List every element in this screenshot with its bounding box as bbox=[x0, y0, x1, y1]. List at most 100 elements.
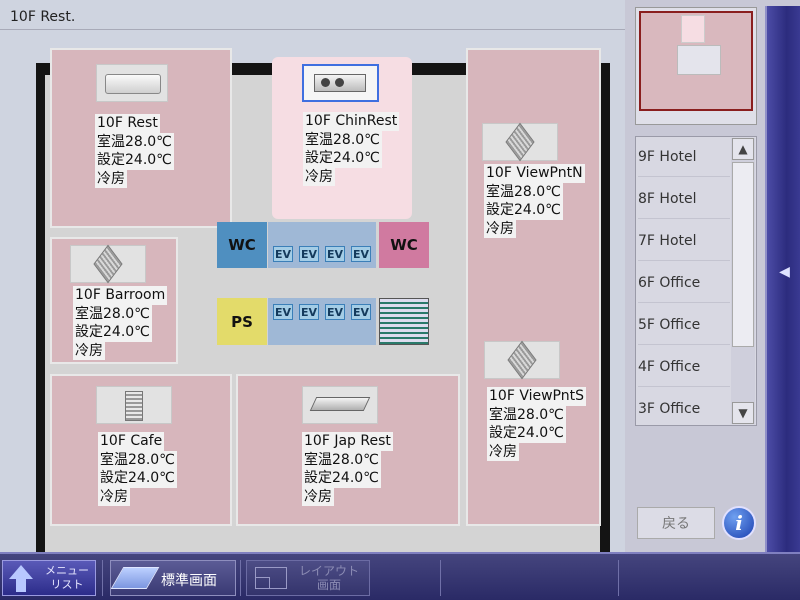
floor-item-7f[interactable]: 7F Hotel bbox=[638, 221, 730, 261]
room-name: 10F ViewPntS bbox=[487, 387, 586, 406]
triangle-left-icon: ◀ bbox=[779, 264, 790, 280]
floor-item-6f[interactable]: 6F Office bbox=[638, 263, 730, 303]
menu-label-line1: メニュー bbox=[45, 564, 89, 577]
floor-list: 9F Hotel 8F Hotel 7F Hotel 6F Office 5F … bbox=[635, 136, 757, 426]
scroll-down-button[interactable]: ▼ bbox=[732, 402, 754, 424]
elevator-1: EV bbox=[273, 246, 293, 262]
wall-unit-icon bbox=[96, 64, 168, 102]
title-bar: 10F Rest. bbox=[0, 0, 625, 30]
room-label: 10F Cafe 室温28.0℃ 設定24.0℃ 冷房 bbox=[98, 432, 177, 506]
cassette-unit-icon bbox=[70, 244, 146, 284]
scroll-thumb[interactable] bbox=[732, 162, 754, 347]
room-10f-rest[interactable]: 10F Rest 室温28.0℃ 設定24.0℃ 冷房 bbox=[50, 48, 232, 228]
standard-screen-icon bbox=[110, 567, 160, 589]
room-label-south: 10F ViewPntS 室温28.0℃ 設定24.0℃ 冷房 bbox=[487, 387, 586, 461]
up-arrow-icon bbox=[9, 565, 33, 593]
layout-label-line2: 画面 bbox=[316, 578, 341, 592]
scroll-up-button[interactable]: ▲ bbox=[732, 138, 754, 160]
room-setpoint: 設定24.0℃ bbox=[487, 424, 566, 443]
elevator-8: EV bbox=[351, 304, 371, 320]
layout-screen-icon bbox=[255, 567, 287, 589]
room-name: 10F Barroom bbox=[73, 286, 168, 305]
floor-item-5f[interactable]: 5F Office bbox=[638, 305, 730, 345]
room-setpoint: 設定24.0℃ bbox=[484, 201, 563, 220]
room-10f-jap-rest[interactable]: 10F Jap Rest 室温28.0℃ 設定24.0℃ 冷房 bbox=[236, 374, 460, 526]
layout-screen-button[interactable]: レイアウト 画面 bbox=[246, 560, 370, 596]
room-name: 10F ViewPntN bbox=[484, 164, 585, 183]
side-panel-tab[interactable]: ◀ bbox=[765, 6, 800, 552]
elevator-7: EV bbox=[325, 304, 345, 320]
room-setpoint: 設定24.0℃ bbox=[95, 151, 174, 170]
room-temperature: 室温28.0℃ bbox=[73, 304, 152, 323]
room-mode: 冷房 bbox=[302, 487, 334, 506]
room-label-north: 10F ViewPntN 室温28.0℃ 設定24.0℃ 冷房 bbox=[484, 164, 585, 238]
wc-restroom-right: WC bbox=[379, 222, 429, 268]
floor-minimap[interactable] bbox=[635, 7, 757, 125]
room-setpoint: 設定24.0℃ bbox=[303, 149, 382, 168]
minimap-selected-room bbox=[681, 15, 705, 43]
standard-screen-label: 標準画面 bbox=[161, 573, 217, 589]
ps-pipe-shaft: PS bbox=[217, 298, 267, 345]
room-label: 10F ChinRest 室温28.0℃ 設定24.0℃ 冷房 bbox=[303, 112, 400, 186]
bottom-nav-bar: メニュー リスト 標準画面 レイアウト 画面 bbox=[0, 552, 800, 600]
floor-item-4f[interactable]: 4F Office bbox=[638, 347, 730, 387]
wc-restroom-left: WC bbox=[217, 222, 267, 268]
menu-list-button[interactable]: メニュー リスト bbox=[2, 560, 96, 596]
room-mode: 冷房 bbox=[98, 487, 130, 506]
triangle-down-icon: ▼ bbox=[738, 406, 748, 420]
room-10f-chinrest[interactable]: 10F ChinRest 室温28.0℃ 設定24.0℃ 冷房 bbox=[272, 57, 412, 219]
room-name: 10F Jap Rest bbox=[302, 432, 393, 451]
info-icon[interactable]: i bbox=[722, 506, 756, 540]
room-mode: 冷房 bbox=[95, 169, 127, 188]
floor-plan-area: 10F Rest 室温28.0℃ 設定24.0℃ 冷房 10F ChinRest… bbox=[0, 30, 625, 563]
room-setpoint: 設定24.0℃ bbox=[73, 323, 152, 342]
separator bbox=[102, 560, 103, 596]
room-mode: 冷房 bbox=[487, 442, 519, 461]
room-name: 10F Rest bbox=[95, 114, 160, 133]
room-temperature: 室温28.0℃ bbox=[303, 130, 382, 149]
elevator-5: EV bbox=[273, 304, 293, 320]
menu-label-line2: リスト bbox=[50, 578, 84, 591]
ceiling-unit-icon bbox=[302, 386, 378, 424]
floor-item-8f[interactable]: 8F Hotel bbox=[638, 179, 730, 219]
elevator-4: EV bbox=[351, 246, 371, 262]
page-title: 10F Rest. bbox=[10, 9, 76, 25]
floor-item-3f[interactable]: 3F Office bbox=[638, 389, 730, 425]
room-name: 10F ChinRest bbox=[303, 112, 400, 131]
layout-label-line1: レイアウト bbox=[298, 564, 359, 578]
cassette-unit-icon bbox=[482, 122, 558, 162]
floor-list-scrollbar[interactable]: ▲ ▼ bbox=[731, 138, 755, 424]
menu-list-label: メニュー リスト bbox=[39, 564, 95, 592]
elevator-6: EV bbox=[299, 304, 319, 320]
room-setpoint: 設定24.0℃ bbox=[302, 469, 381, 488]
duct-unit-icon bbox=[302, 64, 379, 102]
room-mode: 冷房 bbox=[73, 341, 105, 360]
room-temperature: 室温28.0℃ bbox=[484, 182, 563, 201]
triangle-up-icon: ▲ bbox=[738, 142, 748, 156]
cassette-unit-icon bbox=[484, 340, 560, 380]
layout-screen-label: レイアウト 画面 bbox=[291, 564, 367, 592]
room-10f-viewpnt[interactable]: 10F ViewPntN 室温28.0℃ 設定24.0℃ 冷房 10F View… bbox=[466, 48, 601, 526]
room-temperature: 室温28.0℃ bbox=[487, 405, 566, 424]
staircase bbox=[379, 298, 429, 345]
room-label: 10F Barroom 室温28.0℃ 設定24.0℃ 冷房 bbox=[73, 286, 168, 360]
separator bbox=[440, 560, 441, 596]
minimap-core bbox=[677, 45, 721, 75]
elevator-2: EV bbox=[299, 246, 319, 262]
room-label: 10F Jap Rest 室温28.0℃ 設定24.0℃ 冷房 bbox=[302, 432, 393, 506]
standard-screen-button[interactable]: 標準画面 bbox=[110, 560, 236, 596]
room-temperature: 室温28.0℃ bbox=[95, 132, 174, 151]
back-button[interactable]: 戻る bbox=[637, 507, 715, 539]
room-10f-cafe[interactable]: 10F Cafe 室温28.0℃ 設定24.0℃ 冷房 bbox=[50, 374, 232, 526]
floor-standing-unit-icon bbox=[96, 386, 172, 424]
separator bbox=[240, 560, 241, 596]
room-temperature: 室温28.0℃ bbox=[98, 450, 177, 469]
floor-item-9f[interactable]: 9F Hotel bbox=[638, 137, 730, 177]
room-label: 10F Rest 室温28.0℃ 設定24.0℃ 冷房 bbox=[95, 114, 174, 188]
separator bbox=[618, 560, 619, 596]
room-name: 10F Cafe bbox=[98, 432, 165, 451]
elevator-3: EV bbox=[325, 246, 345, 262]
minimap-floor-outline bbox=[639, 11, 753, 111]
room-mode: 冷房 bbox=[484, 219, 516, 238]
room-10f-barroom[interactable]: 10F Barroom 室温28.0℃ 設定24.0℃ 冷房 bbox=[50, 237, 178, 364]
